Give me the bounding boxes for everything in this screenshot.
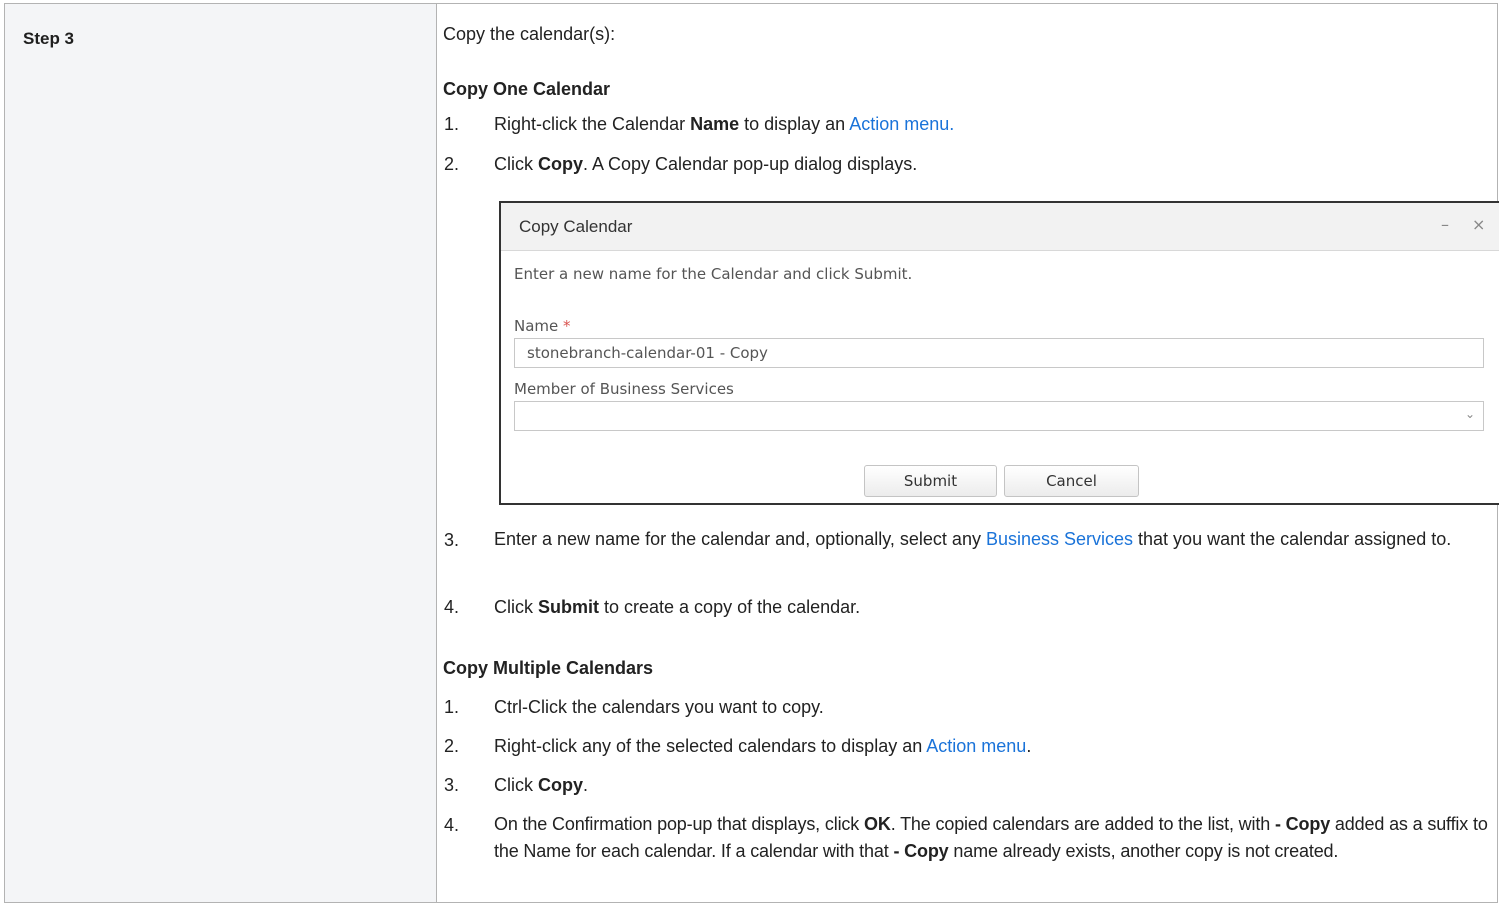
list-number: 2.	[443, 154, 459, 174]
business-services-label: Member of Business Services	[514, 380, 734, 398]
list-number: 4.	[443, 815, 459, 835]
list-number: 4.	[443, 597, 459, 617]
instructions-column: Copy the calendar(s): Copy One Calendar …	[437, 4, 1499, 902]
list-item: On the Confirmation pop-up that displays…	[494, 814, 1488, 861]
list-number: 3.	[443, 775, 459, 795]
chevron-down-icon: ⌄	[1464, 407, 1475, 421]
list-number: 1.	[443, 114, 459, 134]
list-item: Click Copy. A Copy Calendar pop-up dialo…	[494, 154, 918, 174]
submit-button[interactable]: Submit	[864, 465, 997, 497]
list-number: 1.	[443, 697, 459, 717]
section-heading-copy-multiple: Copy Multiple Calendars	[443, 658, 654, 678]
list-item: Right-click the Calendar Name to display…	[494, 114, 955, 134]
dialog-header: Copy Calendar – ×	[501, 203, 1499, 251]
list-number: 3.	[443, 530, 459, 550]
step-table: Step 3 Copy the calendar(s): Copy One Ca…	[4, 3, 1499, 903]
step-label: Step 3	[23, 29, 75, 48]
list-item: Click Copy.	[494, 775, 589, 795]
list-item: Ctrl-Click the calendars you want to cop…	[494, 697, 824, 717]
section-heading-copy-one: Copy One Calendar	[443, 79, 611, 99]
business-services-link[interactable]: Business Services	[986, 529, 1133, 549]
list-item: Enter a new name for the calendar and, o…	[494, 529, 1452, 549]
list-item: Right-click any of the selected calendar…	[494, 736, 1032, 756]
minimize-icon[interactable]: –	[1441, 215, 1449, 234]
business-services-select[interactable]: ⌄	[514, 401, 1484, 431]
name-label: Name *	[514, 317, 571, 335]
dialog-instruction: Enter a new name for the Calendar and cl…	[514, 265, 913, 283]
list-item: Click Submit to create a copy of the cal…	[494, 597, 861, 617]
intro-text: Copy the calendar(s):	[443, 24, 616, 44]
required-marker: *	[563, 317, 571, 335]
cancel-button[interactable]: Cancel	[1004, 465, 1139, 497]
action-menu-link[interactable]: Action menu.	[849, 114, 954, 134]
step-column: Step 3	[5, 4, 437, 902]
list-number: 2.	[443, 736, 459, 756]
close-icon[interactable]: ×	[1472, 215, 1485, 234]
dialog-title: Copy Calendar	[519, 217, 633, 236]
copy-calendar-dialog: Copy Calendar – × Enter a new name for t…	[499, 201, 1499, 505]
name-field[interactable]: stonebranch-calendar-01 - Copy	[514, 338, 1484, 368]
action-menu-link[interactable]: Action menu	[926, 736, 1026, 756]
